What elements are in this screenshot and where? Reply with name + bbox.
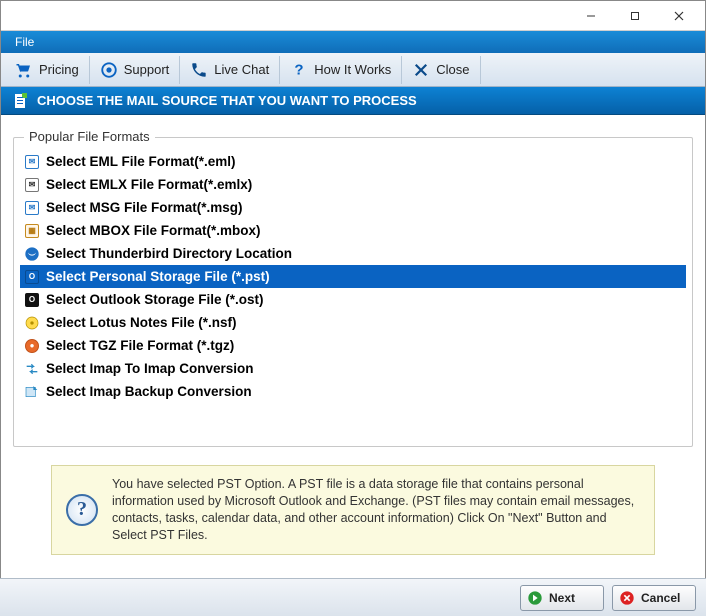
svg-text:?: ? [295,61,304,78]
cancel-button[interactable]: Cancel [612,585,696,611]
emlx-icon: ✉ [24,177,40,193]
next-arrow-icon [527,590,543,606]
cancel-label: Cancel [641,591,680,605]
footer: Next Cancel [0,578,706,616]
outlook-pst-icon: O [24,269,40,285]
format-label: Select Imap To Imap Conversion [46,361,254,376]
outlook-ost-icon: O [24,292,40,308]
format-label: Select EML File Format(*.eml) [46,154,236,169]
format-label: Select EMLX File Format(*.emlx) [46,177,252,192]
format-item-imap-backup[interactable]: Select Imap Backup Conversion [20,380,686,403]
lotus-icon [24,315,40,331]
format-item-outlook-ost[interactable]: O Select Outlook Storage File (*.ost) [20,288,686,311]
next-label: Next [549,591,575,605]
imap-icon [24,361,40,377]
headset-icon [100,61,118,79]
format-item-emlx[interactable]: ✉ Select EMLX File Format(*.emlx) [20,173,686,196]
format-label: Select Outlook Storage File (*.ost) [46,292,264,307]
info-panel: ? You have selected PST Option. A PST fi… [51,465,655,555]
formats-legend: Popular File Formats [24,129,155,144]
titlebar [1,1,705,31]
cart-icon [15,61,33,79]
imap-backup-icon [24,384,40,400]
section-title: CHOOSE THE MAIL SOURCE THAT YOU WANT TO … [37,93,417,108]
tgz-icon: ● [24,338,40,354]
menu-file[interactable]: File [9,33,40,51]
format-label: Select Lotus Notes File (*.nsf) [46,315,237,330]
support-button[interactable]: Support [90,56,181,84]
cancel-x-icon [619,590,635,606]
format-item-eml[interactable]: ✉ Select EML File Format(*.eml) [20,150,686,173]
thunderbird-icon [24,246,40,262]
livechat-label: Live Chat [214,62,269,77]
close-icon [412,61,430,79]
format-label: Select Imap Backup Conversion [46,384,252,399]
formats-list: ✉ Select EML File Format(*.eml) ✉ Select EM… [20,150,686,403]
close-label: Close [436,62,469,77]
doc-icon [13,93,29,109]
minimize-button[interactable] [569,2,613,30]
close-button[interactable]: Close [402,56,480,84]
close-window-button[interactable] [657,2,701,30]
section-header: CHOOSE THE MAIL SOURCE THAT YOU WANT TO … [1,87,705,115]
phone-icon [190,61,208,79]
format-item-msg[interactable]: ✉ Select MSG File Format(*.msg) [20,196,686,219]
main-content: Popular File Formats ✉ Select EML File Fo… [1,115,705,539]
format-label: Select MBOX File Format(*.mbox) [46,223,261,238]
formats-group: Popular File Formats ✉Select EML File Fo… [13,137,693,447]
msg-icon: ✉ [24,200,40,216]
format-item-thunderbird[interactable]: Select Thunderbird Directory Location [20,242,686,265]
pricing-label: Pricing [39,62,79,77]
question-icon: ? [290,61,308,79]
howitworks-button[interactable]: ? How It Works [280,56,402,84]
maximize-button[interactable] [613,2,657,30]
format-label: Select TGZ File Format (*.tgz) [46,338,234,353]
toolbar: Pricing Support Live Chat ? How It Works… [1,53,705,87]
format-label: Select MSG File Format(*.msg) [46,200,243,215]
support-label: Support [124,62,170,77]
format-item-mbox[interactable]: ▦ Select MBOX File Format(*.mbox) [20,219,686,242]
format-label: Select Thunderbird Directory Location [46,246,292,261]
format-item-tgz[interactable]: ● Select TGZ File Format (*.tgz) [20,334,686,357]
info-text: You have selected PST Option. A PST file… [112,476,640,544]
mbox-icon: ▦ [24,223,40,239]
livechat-button[interactable]: Live Chat [180,56,280,84]
pricing-button[interactable]: Pricing [5,56,90,84]
howitworks-label: How It Works [314,62,391,77]
format-item-imap[interactable]: Select Imap To Imap Conversion [20,357,686,380]
format-item-outlook-pst[interactable]: O Select Personal Storage File (*.pst) [20,265,686,288]
eml-icon: ✉ [24,154,40,170]
next-button[interactable]: Next [520,585,604,611]
format-item-lotus[interactable]: Select Lotus Notes File (*.nsf) [20,311,686,334]
info-question-icon: ? [66,494,98,526]
menubar: File [1,31,705,53]
format-label: Select Personal Storage File (*.pst) [46,269,270,284]
